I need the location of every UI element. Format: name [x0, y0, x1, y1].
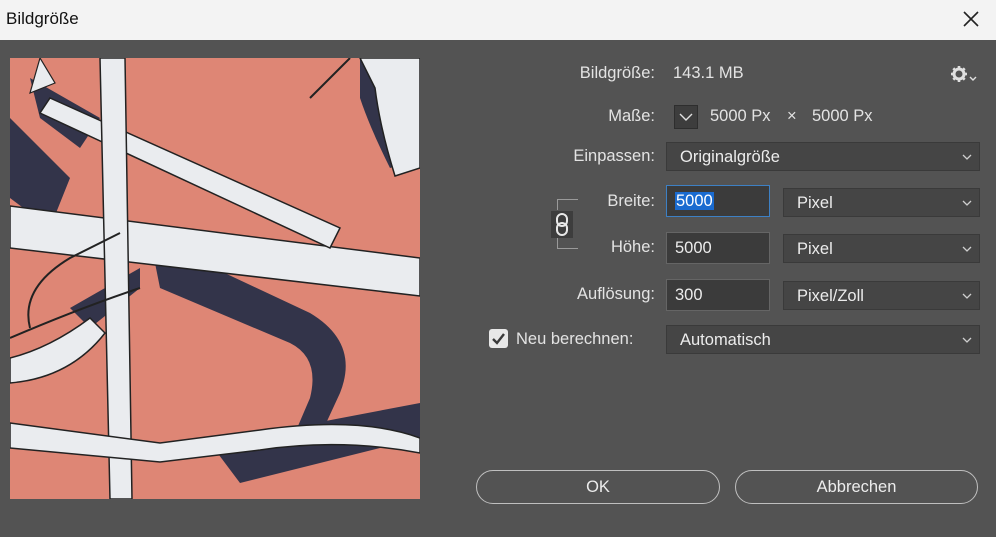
- link-icon: [556, 213, 568, 236]
- image-preview[interactable]: [10, 58, 420, 499]
- resolution-unit-value: Pixel/Zoll: [797, 287, 864, 305]
- title-bar: Bildgröße: [0, 0, 996, 40]
- chevron-down-icon: [962, 200, 972, 206]
- ok-button[interactable]: OK: [476, 470, 720, 504]
- close-icon[interactable]: [958, 6, 984, 32]
- resample-checkbox[interactable]: [489, 329, 508, 348]
- resample-select-value: Automatisch: [680, 331, 771, 349]
- width-label: Breite:: [607, 192, 655, 210]
- chevron-down-icon: [962, 337, 972, 343]
- chevron-down-icon: [962, 154, 972, 160]
- image-size-value: 143.1 MB: [673, 64, 744, 82]
- height-label: Höhe:: [610, 238, 655, 256]
- width-unit-value: Pixel: [797, 194, 833, 212]
- gear-icon[interactable]: [949, 64, 977, 86]
- height-input[interactable]: 5000: [666, 232, 770, 264]
- dimensions-width-text: 5000 Px: [710, 107, 771, 125]
- resolution-label: Auflösung:: [577, 285, 655, 303]
- fit-select[interactable]: Originalgröße: [666, 142, 980, 171]
- cancel-button[interactable]: Abbrechen: [735, 470, 978, 504]
- image-size-label: Bildgröße:: [579, 64, 655, 82]
- width-input[interactable]: 5000: [666, 185, 770, 217]
- preview-artwork: [10, 58, 420, 499]
- dimensions-units-button[interactable]: [674, 105, 698, 129]
- resolution-input[interactable]: 300: [666, 279, 770, 311]
- dimensions-height-text: 5000 Px: [812, 107, 873, 125]
- resample-label: Neu berechnen:: [516, 330, 634, 348]
- chevron-down-icon: [962, 246, 972, 252]
- fit-label: Einpassen:: [573, 147, 655, 165]
- fit-select-value: Originalgröße: [680, 148, 780, 166]
- chevron-down-icon: [679, 113, 693, 121]
- dimensions-label: Maße:: [608, 107, 655, 125]
- width-unit-select[interactable]: Pixel: [783, 188, 980, 217]
- resolution-unit-select[interactable]: Pixel/Zoll: [783, 281, 980, 310]
- height-input-value: 5000: [675, 239, 712, 257]
- dimensions-times: ×: [787, 107, 797, 125]
- resolution-input-value: 300: [675, 286, 703, 304]
- height-unit-value: Pixel: [797, 240, 833, 258]
- width-input-value: 5000: [675, 192, 714, 210]
- constrain-proportions-toggle[interactable]: [551, 211, 573, 238]
- checkmark-icon: [492, 333, 505, 345]
- height-unit-select[interactable]: Pixel: [783, 234, 980, 263]
- resample-select[interactable]: Automatisch: [666, 325, 980, 354]
- chevron-down-icon: [962, 293, 972, 299]
- window-title: Bildgröße: [6, 9, 79, 28]
